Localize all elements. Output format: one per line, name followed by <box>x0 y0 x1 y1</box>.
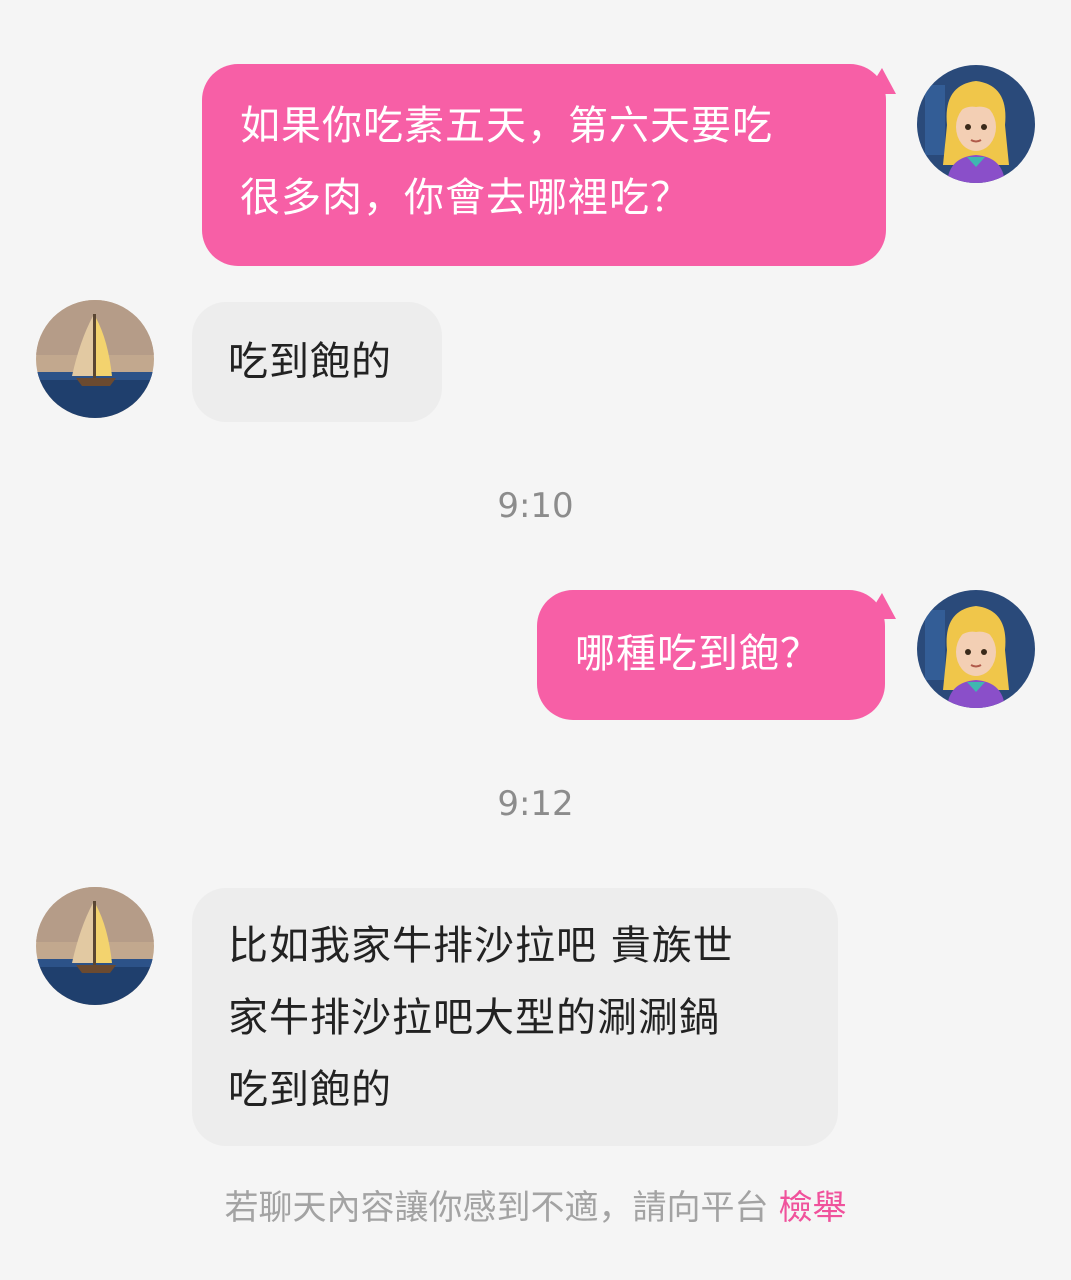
message-line: 哪種吃到飽？ <box>575 631 821 677</box>
sailboat-avatar-icon <box>36 887 154 1005</box>
message-timestamp: 9:12 <box>497 784 574 824</box>
peer-avatar[interactable] <box>36 887 154 1005</box>
report-link[interactable]: 檢舉 <box>779 1188 847 1228</box>
report-notice-text: 若聊天內容讓你感到不適，請向平台 <box>224 1188 769 1228</box>
outgoing-message[interactable]: 哪種吃到飽？ <box>537 590 885 720</box>
girl-avatar-icon <box>917 65 1035 183</box>
message-line: 家牛排沙拉吧大型的涮涮鍋 <box>228 995 720 1041</box>
message-timestamp: 9:10 <box>497 486 574 526</box>
sailboat-avatar-icon <box>36 300 154 418</box>
message-line: 很多肉，你會去哪裡吃？ <box>240 175 691 221</box>
message-line: 如果你吃素五天，第六天要吃 <box>240 103 773 149</box>
peer-avatar[interactable] <box>36 300 154 418</box>
self-avatar[interactable] <box>917 590 1035 708</box>
report-notice: 若聊天內容讓你感到不適，請向平台 檢舉 <box>0 1180 1071 1229</box>
outgoing-message[interactable]: 如果你吃素五天，第六天要吃 很多肉，你會去哪裡吃？ <box>202 64 886 266</box>
girl-avatar-icon <box>917 590 1035 708</box>
message-line: 比如我家牛排沙拉吧 貴族世 <box>228 923 734 969</box>
message-line: 吃到飽的 <box>228 339 392 385</box>
incoming-message[interactable]: 吃到飽的 <box>192 302 442 422</box>
incoming-message[interactable]: 比如我家牛排沙拉吧 貴族世 家牛排沙拉吧大型的涮涮鍋 吃到飽的 <box>192 888 838 1146</box>
message-line: 吃到飽的 <box>228 1067 392 1113</box>
self-avatar[interactable] <box>917 65 1035 183</box>
